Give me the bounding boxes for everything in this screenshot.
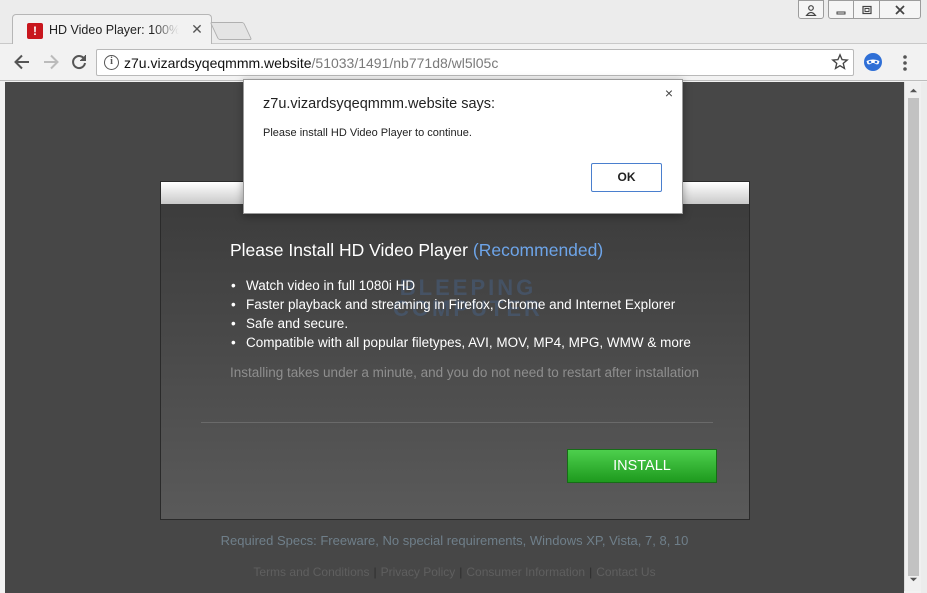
feature-item: Compatible with all popular filetypes, A… [231,333,731,352]
user-icon [805,5,817,16]
url-path: /51033/1491/nb771d8/wl5l05c [311,55,499,71]
mask-extension-icon[interactable] [863,52,883,72]
new-tab-button[interactable] [209,22,253,40]
close-tab-icon[interactable]: ✕ [189,21,205,37]
back-button[interactable] [12,52,32,72]
close-window-button[interactable] [879,0,921,19]
install-title-text: Please Install HD Video Player [230,240,468,260]
alert-title: z7u.vizardsyqeqmmm.website says: [263,96,496,112]
forward-button[interactable] [41,52,61,72]
feature-item: Faster playback and streaming in Firefox… [231,295,731,314]
scroll-down-arrow-icon[interactable] [909,575,918,584]
feature-item: Watch video in full 1080i HD [231,276,731,295]
arrow-left-icon [14,54,29,70]
consumer-info-link[interactable]: Consumer Information [466,565,585,579]
install-note: Installing takes under a minute, and you… [230,365,700,380]
warning-favicon-icon: ! [27,23,43,39]
close-icon [895,5,905,15]
minimize-icon [836,11,846,15]
browser-toolbar: i z7u.vizardsyqeqmmm.website/51033/1491/… [0,44,927,81]
alert-dialog: z7u.vizardsyqeqmmm.website says: × Pleas… [243,79,683,214]
star-icon[interactable] [831,53,849,71]
scrollbar-thumb[interactable] [908,98,919,576]
browser-titlebar: ! HD Video Player: 100% F ✕ [0,0,927,44]
alert-message: Please install HD Video Player to contin… [263,127,472,139]
divider [201,422,713,423]
window-frame-edge [921,82,927,593]
ok-button[interactable]: OK [591,163,662,192]
url-host: z7u.vizardsyqeqmmm.website [124,55,312,71]
reload-button[interactable] [69,52,89,72]
kebab-menu-icon[interactable] [898,53,912,73]
privacy-link[interactable]: Privacy Policy [381,565,456,579]
restore-button[interactable] [853,0,880,19]
contact-link[interactable]: Contact Us [596,565,655,579]
info-icon[interactable]: i [104,55,119,70]
minimize-button[interactable] [828,0,854,19]
reload-icon [72,55,86,70]
terms-link[interactable]: Terms and Conditions [253,565,369,579]
feature-item: Safe and secure. [231,314,731,333]
profile-button[interactable] [798,0,824,19]
close-icon[interactable]: × [661,85,677,101]
arrow-right-icon [44,54,59,70]
url-text[interactable]: z7u.vizardsyqeqmmm.website/51033/1491/nb… [124,55,498,71]
feature-list: Watch video in full 1080i HD Faster play… [231,276,731,352]
footer-separator: | [373,565,377,579]
restore-icon [861,5,872,15]
footer-separator: | [459,565,463,579]
active-tab[interactable]: ! HD Video Player: 100% F ✕ [12,14,212,44]
required-specs: Required Specs: Freeware, No special req… [220,533,689,548]
recommended-label: (Recommended) [472,240,604,260]
footer-links: Terms and Conditions | Privacy Policy | Cons… [5,565,904,579]
vertical-scrollbar[interactable] [904,82,921,591]
tab-title: HD Video Player: 100% F [49,23,179,37]
address-bar[interactable]: i z7u.vizardsyqeqmmm.website/51033/1491/… [96,49,854,76]
scroll-up-arrow-icon[interactable] [909,86,918,95]
install-title: Please Install HD Video Player (Recommen… [230,240,603,261]
install-button[interactable]: INSTALL [567,449,717,483]
footer-separator: | [589,565,593,579]
install-panel: BLEEPING COMPUTER Please Install HD Vide… [160,181,750,520]
